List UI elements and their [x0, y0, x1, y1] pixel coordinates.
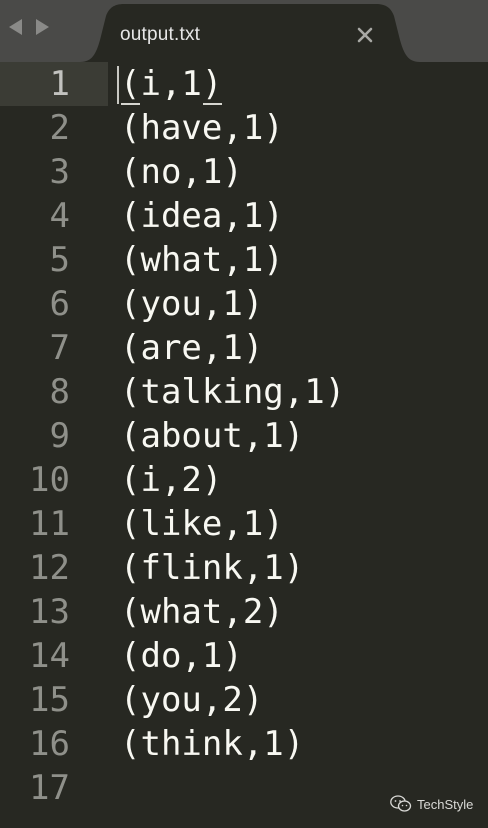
code-line[interactable]: (flink,1) [120, 546, 345, 590]
code-line[interactable]: (have,1) [120, 106, 345, 150]
code-line[interactable]: (what,2) [120, 590, 345, 634]
line-number: 3 [49, 152, 70, 192]
line-number: 10 [29, 460, 70, 500]
tab-output-txt[interactable]: output.txt [80, 4, 420, 62]
code-line[interactable]: (you,1) [120, 282, 345, 326]
code-line[interactable]: (you,2) [120, 678, 345, 722]
code-line[interactable]: (i,1) [120, 62, 345, 106]
code-line[interactable]: (talking,1) [120, 370, 345, 414]
line-number: 11 [29, 504, 70, 544]
line-number: 13 [29, 592, 70, 632]
line-number: 7 [49, 328, 70, 368]
line-number: 4 [49, 196, 70, 236]
line-number: 12 [29, 548, 70, 588]
editor-window: output.txt 1 2 3 4 5 6 7 8 9 10 11 12 13 14 15 16 17 (i,… [0, 0, 488, 828]
line-number: 5 [49, 240, 70, 280]
line-number: 6 [49, 284, 70, 324]
code-line[interactable]: (think,1) [120, 722, 345, 766]
line-number: 9 [49, 416, 70, 456]
line-number: 16 [29, 724, 70, 764]
text-cursor [117, 66, 119, 104]
wechat-icon [390, 795, 412, 813]
code-line[interactable]: (idea,1) [120, 194, 345, 238]
text-editor[interactable]: 1 2 3 4 5 6 7 8 9 10 11 12 13 14 15 16 17 (i,1) (have,1)(… [0, 62, 488, 828]
close-icon[interactable] [356, 26, 374, 44]
line-number: 1 [49, 64, 70, 104]
watermark-text: TechStyle [417, 796, 474, 812]
code-line[interactable]: (about,1) [120, 414, 345, 458]
watermark: TechStyle [390, 792, 473, 816]
code-line[interactable]: (no,1) [120, 150, 345, 194]
chevron-left-icon[interactable] [6, 16, 24, 38]
bracket-match-open [121, 103, 140, 105]
tab-title: output.txt [120, 24, 201, 45]
line-number: 8 [49, 372, 70, 412]
line-number: 15 [29, 680, 70, 720]
code-line[interactable]: (like,1) [120, 502, 345, 546]
code-line[interactable]: (i,2) [120, 458, 345, 502]
code-line[interactable]: (are,1) [120, 326, 345, 370]
line-number: 2 [49, 108, 70, 148]
line-number: 14 [29, 636, 70, 676]
tab-bar: output.txt [0, 0, 488, 62]
code-line[interactable]: (what,1) [120, 238, 345, 282]
line-number: 17 [29, 768, 70, 808]
chevron-right-icon[interactable] [34, 16, 52, 38]
code-line[interactable] [120, 766, 345, 810]
code-area[interactable]: (i,1) (have,1) (no,1) (idea,1) (what,1) (you,… [120, 62, 345, 810]
code-line[interactable]: (do,1) [120, 634, 345, 678]
line-number-gutter: 1 2 3 4 5 6 7 8 9 10 11 12 13 14 15 16 17 [0, 62, 70, 810]
bracket-match-close [203, 103, 222, 105]
